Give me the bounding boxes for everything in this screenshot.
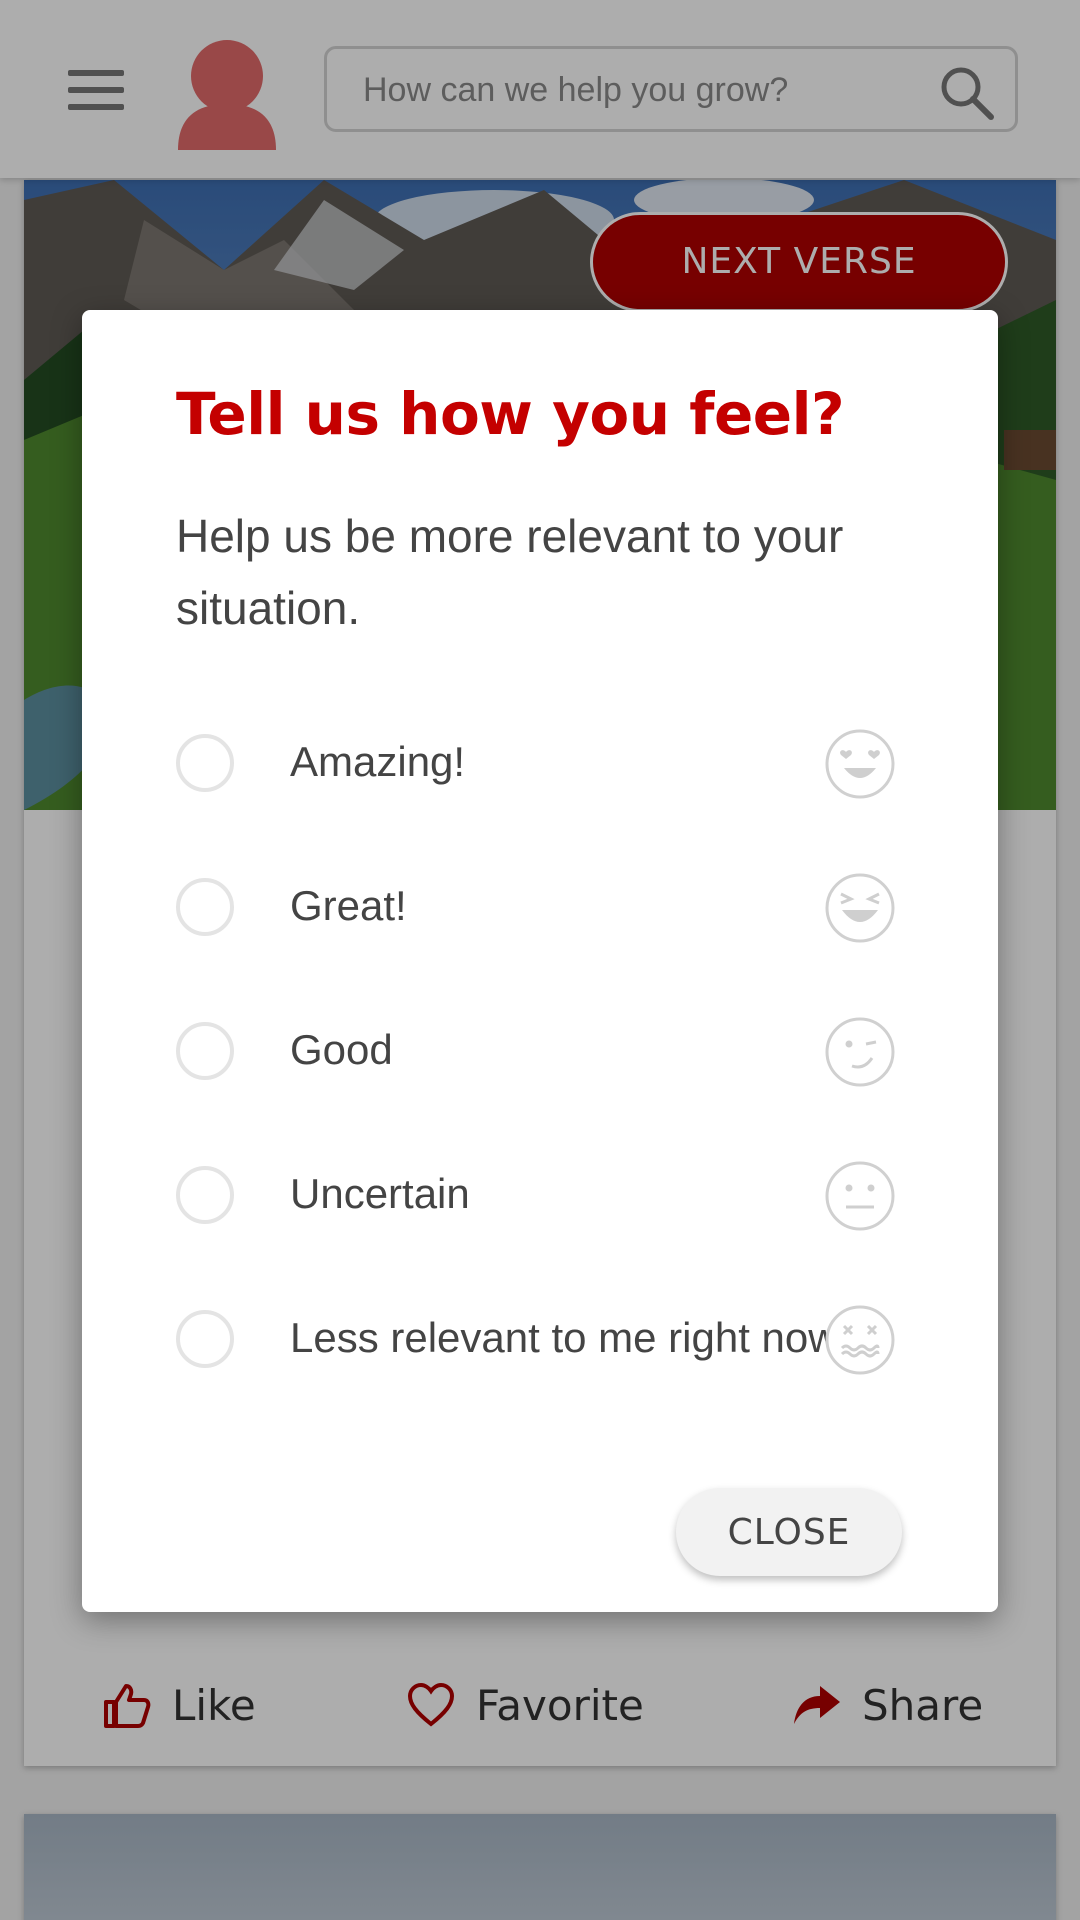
dialog-title: Tell us how you feel? xyxy=(176,380,845,448)
option-label: Great! xyxy=(290,882,407,929)
option-label: Uncertain xyxy=(290,1170,470,1217)
option-label: Less relevant to me right now xyxy=(290,1314,839,1361)
dizzy-face-emoji-icon xyxy=(825,1305,895,1375)
option-good[interactable]: Good xyxy=(176,1017,906,1094)
option-amazing[interactable]: Amazing! xyxy=(176,729,906,806)
feeling-dialog: Tell us how you feel? Help us be more re… xyxy=(82,310,998,1612)
dialog-subtitle: Help us be more relevant to your situati… xyxy=(176,510,844,634)
option-less-relevant[interactable]: Less relevant to me right now xyxy=(176,1305,906,1382)
radio-button[interactable] xyxy=(176,1166,234,1224)
grinning-squint-emoji-icon xyxy=(825,873,895,943)
radio-button[interactable] xyxy=(176,1022,234,1080)
radio-button[interactable] xyxy=(176,1310,234,1368)
option-label: Good xyxy=(290,1026,393,1073)
option-label: Amazing! xyxy=(290,738,466,785)
wink-emoji-icon xyxy=(825,1017,895,1087)
radio-button[interactable] xyxy=(176,734,234,792)
option-great[interactable]: Great! xyxy=(176,873,906,950)
option-uncertain[interactable]: Uncertain xyxy=(176,1161,906,1238)
app-screen: NEXT VERSE Like Favorite Share xyxy=(0,0,1080,1920)
radio-button[interactable] xyxy=(176,878,234,936)
heart-eyes-emoji-icon xyxy=(825,729,895,799)
close-button[interactable]: CLOSE xyxy=(676,1488,902,1576)
neutral-face-emoji-icon xyxy=(825,1161,895,1231)
